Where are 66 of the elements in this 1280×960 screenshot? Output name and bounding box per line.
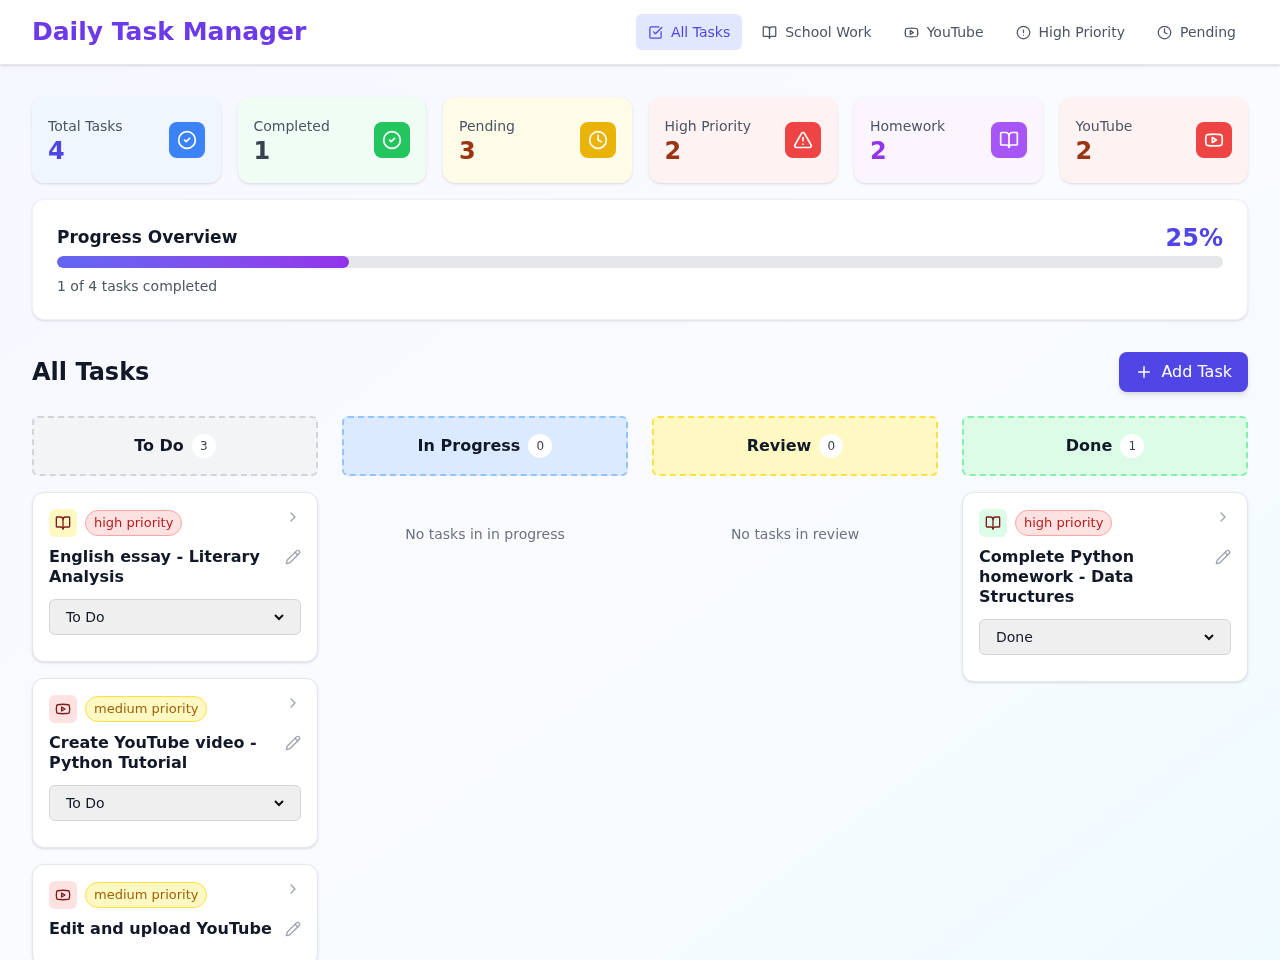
video-icon xyxy=(1196,122,1232,158)
alert-icon xyxy=(1015,24,1031,40)
pencil-icon[interactable] xyxy=(285,735,301,751)
priority-badge: high priority xyxy=(85,510,183,536)
chevron-down-icon xyxy=(274,613,284,621)
stat-label: Total Tasks xyxy=(48,116,124,136)
app-title: Daily Task Manager xyxy=(32,16,307,49)
stat-value: 2 xyxy=(1075,136,1094,165)
stat-value: 2 xyxy=(664,136,683,165)
status-select[interactable]: To Do xyxy=(49,599,301,635)
check-icon xyxy=(374,122,410,158)
stat-label: Completed xyxy=(253,116,331,136)
book-icon xyxy=(979,509,1007,537)
stat-value: 2 xyxy=(870,136,888,165)
task-title: Complete Python homework - Data Structures xyxy=(979,547,1136,607)
status-select[interactable]: Done xyxy=(979,619,1231,655)
video-icon xyxy=(49,881,77,909)
book-icon xyxy=(49,509,77,537)
priority-badge: high priority xyxy=(1015,510,1113,536)
clock-icon xyxy=(1157,24,1173,40)
stat-value: 1 xyxy=(253,136,272,165)
progress-percent: 25% xyxy=(1165,224,1223,252)
count-badge: 0 xyxy=(819,434,844,458)
task-title: Edit and upload YouTube xyxy=(49,919,273,939)
book-icon xyxy=(990,122,1027,158)
column-title: To Do xyxy=(134,435,184,457)
stat-value: 3 xyxy=(459,136,477,165)
task-title: English essay - Literary Analysis xyxy=(49,547,261,587)
checkbox-icon xyxy=(647,24,663,40)
nav-tab[interactable]: School Work xyxy=(750,14,884,50)
progress-title: Progress Overview xyxy=(57,226,239,250)
task-title: Create YouTube video - Python Tutorial xyxy=(49,733,258,773)
clock-icon xyxy=(579,122,616,158)
priority-badge: medium priority xyxy=(85,882,208,908)
stat-value: 4 xyxy=(48,136,66,165)
add-task-button[interactable]: Add Task xyxy=(1119,352,1248,392)
nav-tab[interactable]: Pending xyxy=(1145,14,1248,50)
count-badge: 1 xyxy=(1120,434,1145,458)
book-icon xyxy=(762,24,778,40)
stat-label: Pending xyxy=(459,116,516,136)
chevron-down-icon xyxy=(1204,633,1214,641)
video-icon xyxy=(49,695,77,723)
section-title: All Tasks xyxy=(32,357,151,388)
stat-label: Homework xyxy=(870,116,947,136)
nav-tab[interactable]: YouTube xyxy=(891,14,996,50)
pencil-icon[interactable] xyxy=(1215,549,1231,565)
progress-caption: 1 of 4 tasks completed xyxy=(57,277,219,296)
stat-label: High Priority xyxy=(664,116,752,136)
count-badge: 0 xyxy=(528,434,553,458)
empty-message: No tasks in in progress xyxy=(404,525,566,544)
priority-badge: medium priority xyxy=(85,696,208,722)
column-title: Done xyxy=(1065,435,1113,457)
column-title: In Progress xyxy=(417,435,521,457)
stat-label: YouTube xyxy=(1075,116,1134,136)
chevron-down-icon xyxy=(274,799,284,807)
warning-icon xyxy=(785,122,821,158)
nav-tab[interactable]: All Tasks xyxy=(635,14,743,50)
empty-message: No tasks in review xyxy=(729,525,861,544)
nav-tab[interactable]: High Priority xyxy=(1003,14,1138,50)
pencil-icon[interactable] xyxy=(285,549,301,565)
video-icon xyxy=(903,24,919,40)
status-select[interactable]: To Do xyxy=(49,785,301,821)
count-badge: 3 xyxy=(191,434,216,458)
check-icon xyxy=(168,122,205,158)
column-title: Review xyxy=(746,435,812,457)
pencil-icon[interactable] xyxy=(285,921,301,937)
